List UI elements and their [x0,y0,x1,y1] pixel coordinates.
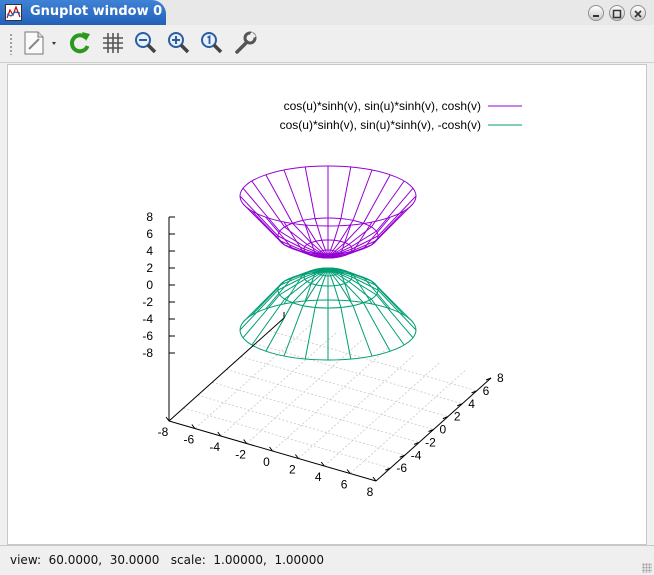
toolbar-grip[interactable] [9,33,13,55]
plot-area[interactable]: 8 6 4 2 0 -2 -4 -6 -8 -8 -6 -4 -2 0 2 4 6 8 -6 -4 -2 0 2 4 6 8 co… [7,64,647,545]
zoom-previous-button[interactable] [132,29,160,57]
x-tick-label: 6 [341,478,348,492]
x-tick-label: 4 [315,470,322,484]
base-edge-back-left [168,317,285,422]
legend: cos(u)*sinh(v), sin(u)*sinh(v), cosh(v) … [280,99,522,132]
grid-line [272,347,388,452]
status-bar: view: 60.0000, 30.0000 scale: 1.00000, 1… [0,545,654,575]
x-tick-label: -2 [235,448,246,462]
base-grid [183,325,477,474]
y-tick-label: -4 [411,448,422,462]
zoom-reset-icon [201,32,223,54]
grid-line [298,355,414,459]
minimize-icon [593,15,599,17]
z-tick-label: 2 [146,261,153,275]
size-grip[interactable] [642,563,652,573]
refresh-icon [70,32,90,54]
grid-line [323,362,440,467]
status-text: view: 60.0000, 30.0000 scale: 1.00000, 1… [10,553,325,567]
export-menu-button[interactable] [20,29,62,57]
y-tick-label: -6 [396,461,407,475]
maximize-button[interactable] [609,5,625,21]
replot-button[interactable] [66,29,94,57]
x-tick-label: -8 [158,425,169,439]
maximize-icon [612,9,622,19]
x-tick-label: 8 [367,485,374,499]
y-tick-label: 6 [483,384,490,398]
z-tick-label: 4 [146,244,153,258]
y-tick-label: 2 [454,410,461,424]
grid-line [255,343,463,405]
x-tick-label: -4 [209,440,220,454]
z-tick-label: 6 [146,227,153,241]
plot-canvas: 86420-2-4-6-8-8-6-4-202468-6-4-202468 co… [142,99,522,499]
minimize-button[interactable] [588,5,604,21]
y-tick-label: 4 [468,397,475,411]
title-tab[interactable]: Gnuplot window 0 [0,0,166,25]
y-tick-label: 0 [440,423,447,437]
grid-line [183,407,391,469]
y-tick-label: 8 [497,371,504,385]
z-tick-label: -6 [142,329,153,343]
z-tick-label: -8 [142,346,153,360]
zoom-out-icon [135,32,157,54]
legend-label-2: cos(u)*sinh(v), sin(u)*sinh(v), -cosh(v) [280,118,481,132]
close-button[interactable] [630,5,646,21]
x-tick-label: 0 [263,455,270,469]
legend-label-1: cos(u)*sinh(v), sin(u)*sinh(v), cosh(v) [284,99,481,113]
zoom-in-icon [168,32,190,54]
grid-line [197,394,405,456]
zoom-next-button[interactable] [165,29,193,57]
gnuplot-app-icon [5,4,22,21]
grid-button[interactable] [99,29,127,57]
close-icon [634,10,642,18]
settings-button[interactable] [231,29,259,57]
z-tick-label: -2 [142,295,153,309]
window-title: Gnuplot window 0 [30,4,163,19]
grid-line [269,330,477,392]
export-document-icon [24,31,56,55]
autoscale-button[interactable] [198,29,226,57]
grid-line [349,370,466,474]
z-tick-label: 0 [146,278,153,292]
z-tick-label: 8 [146,210,153,224]
toolbar [0,25,654,63]
surfaces [239,165,417,361]
wrench-icon [235,31,257,54]
grid-icon [103,33,123,53]
x-tick-label: 2 [289,463,296,477]
title-bar[interactable]: Gnuplot window 0 [0,0,654,25]
x-tick-label: -6 [184,433,195,447]
z-tick-label: -4 [142,312,153,326]
grid-line [194,325,311,429]
y-tick-label: -2 [425,435,436,449]
